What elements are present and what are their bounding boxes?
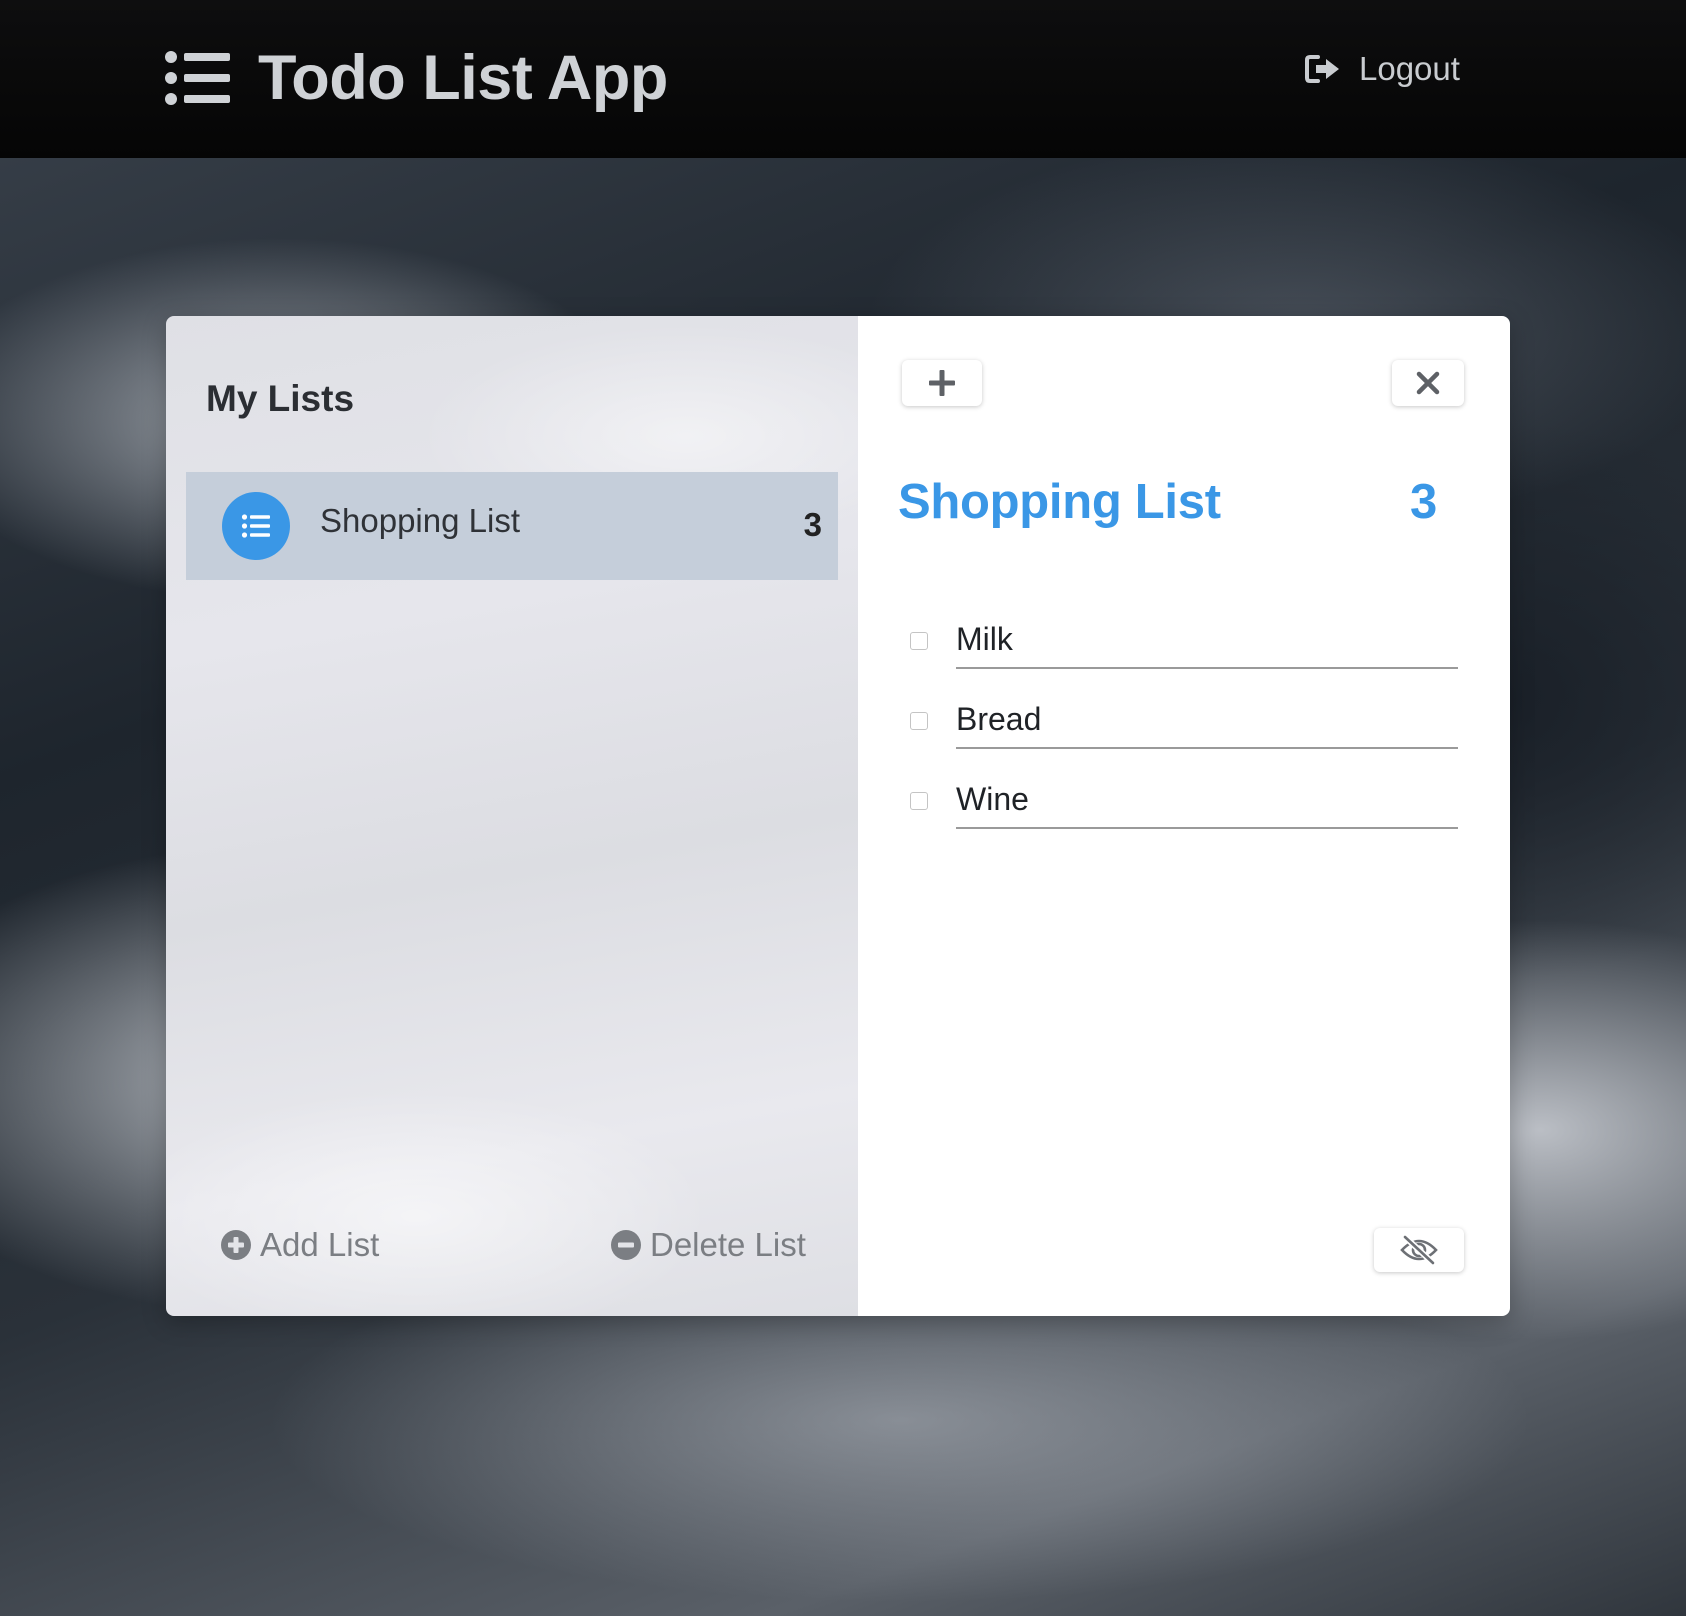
logout-button[interactable]: Logout: [1305, 50, 1460, 88]
sign-out-icon: [1305, 55, 1339, 83]
task-checkbox[interactable]: [910, 712, 928, 730]
todo-card: My Lists Shopping List 3 Add List Delete…: [166, 316, 1510, 1316]
task-text-field[interactable]: Bread: [956, 700, 1458, 749]
task-text-field[interactable]: Milk: [956, 620, 1458, 669]
list-task-count: 3: [1410, 475, 1438, 529]
plus-icon: [929, 370, 955, 396]
lists-panel: My Lists Shopping List 3 Add List Delete…: [166, 316, 858, 1316]
list-avatar: [222, 492, 290, 560]
list-icon: [165, 51, 230, 105]
brand[interactable]: Todo List App: [164, 38, 668, 118]
eye-slash-icon: [1400, 1234, 1438, 1266]
hide-completed-button[interactable]: [1374, 1228, 1464, 1272]
app-title: Todo List App: [258, 43, 668, 113]
logout-label: Logout: [1359, 50, 1460, 87]
list-item-shopping-list[interactable]: Shopping List 3: [186, 472, 838, 580]
list-item-label: Shopping List: [320, 502, 520, 539]
list-item-count: 3: [803, 506, 822, 543]
minus-circle-icon: [611, 1230, 641, 1260]
plus-circle-icon: [221, 1230, 251, 1260]
task-checkbox[interactable]: [910, 632, 928, 650]
task-item: Milk: [910, 612, 1462, 692]
list-icon: [241, 514, 270, 538]
task-checkbox[interactable]: [910, 792, 928, 810]
task-item: Bread: [910, 692, 1462, 772]
add-list-button[interactable]: Add List: [220, 1226, 379, 1264]
task-list: Milk Bread Wine: [910, 612, 1462, 852]
lists-heading: My Lists: [206, 378, 355, 419]
task-item: Wine: [910, 772, 1462, 852]
close-button[interactable]: [1392, 360, 1464, 406]
list-detail-panel: Shopping List 3 Milk Bread Wine: [858, 316, 1510, 1316]
top-navbar: Todo List App Logout: [0, 0, 1686, 158]
list-title: Shopping List: [898, 475, 1221, 529]
task-text-field[interactable]: Wine: [956, 780, 1458, 829]
delete-list-button[interactable]: Delete List: [610, 1226, 806, 1264]
delete-list-label: Delete List: [650, 1226, 806, 1263]
add-task-button[interactable]: [902, 360, 982, 406]
add-list-label: Add List: [260, 1226, 380, 1263]
close-icon: [1416, 371, 1440, 395]
